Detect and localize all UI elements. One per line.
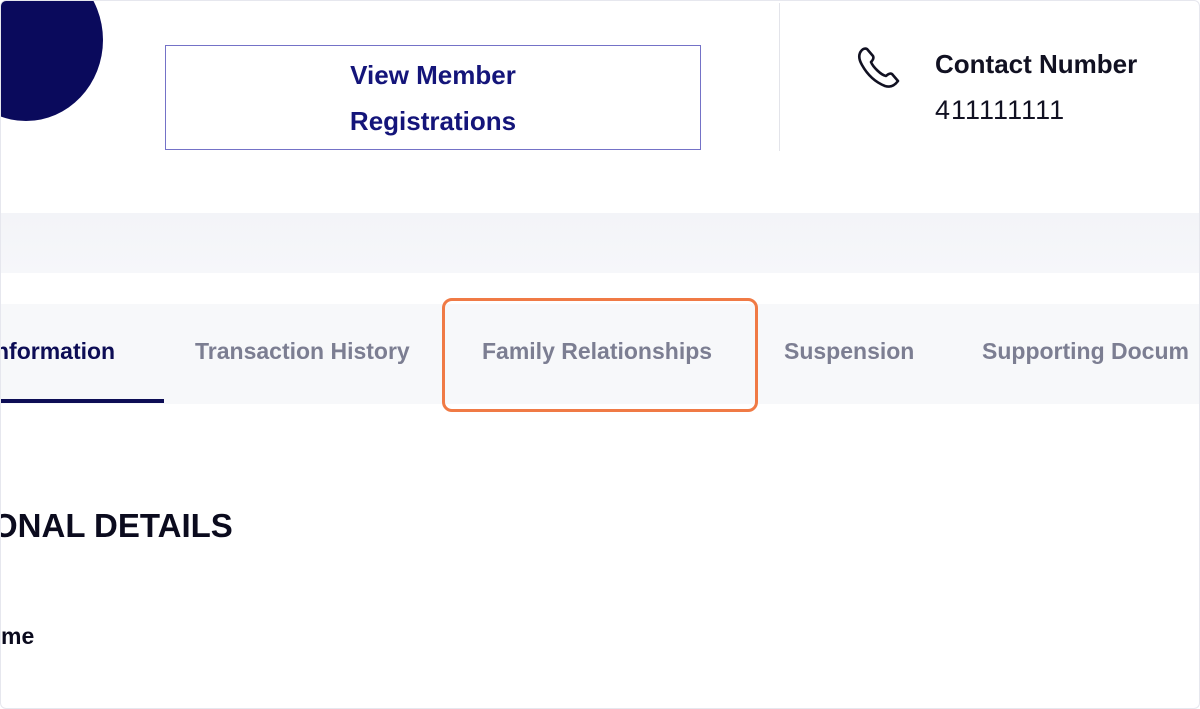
tab-transaction-history[interactable]: Transaction History <box>195 338 410 365</box>
contact-number-value: 411111111 <box>935 95 1066 125</box>
tab-information[interactable]: nformation <box>1 338 115 365</box>
tab-family-relationships[interactable]: Family Relationships <box>482 338 712 365</box>
tab-supporting-documents[interactable]: Supporting Docum <box>982 338 1189 365</box>
tab-suspension[interactable]: Suspension <box>784 338 914 365</box>
phone-icon <box>858 47 900 88</box>
active-tab-indicator <box>1 399 164 403</box>
page-frame: View Member Registrations Contact Number… <box>0 0 1200 709</box>
contact-number-label: Contact Number <box>935 49 1138 79</box>
view-member-registrations-button[interactable]: View Member Registrations <box>165 45 701 150</box>
field-label: me <box>1 623 35 649</box>
header-band <box>1 213 1199 273</box>
section-title: ONAL DETAILS <box>0 507 233 544</box>
header-divider <box>779 3 780 151</box>
view-member-registrations-line-2: Registrations <box>349 105 517 136</box>
view-member-registrations-line-1: View Member <box>350 59 516 90</box>
logo[interactable] <box>1 1 103 121</box>
